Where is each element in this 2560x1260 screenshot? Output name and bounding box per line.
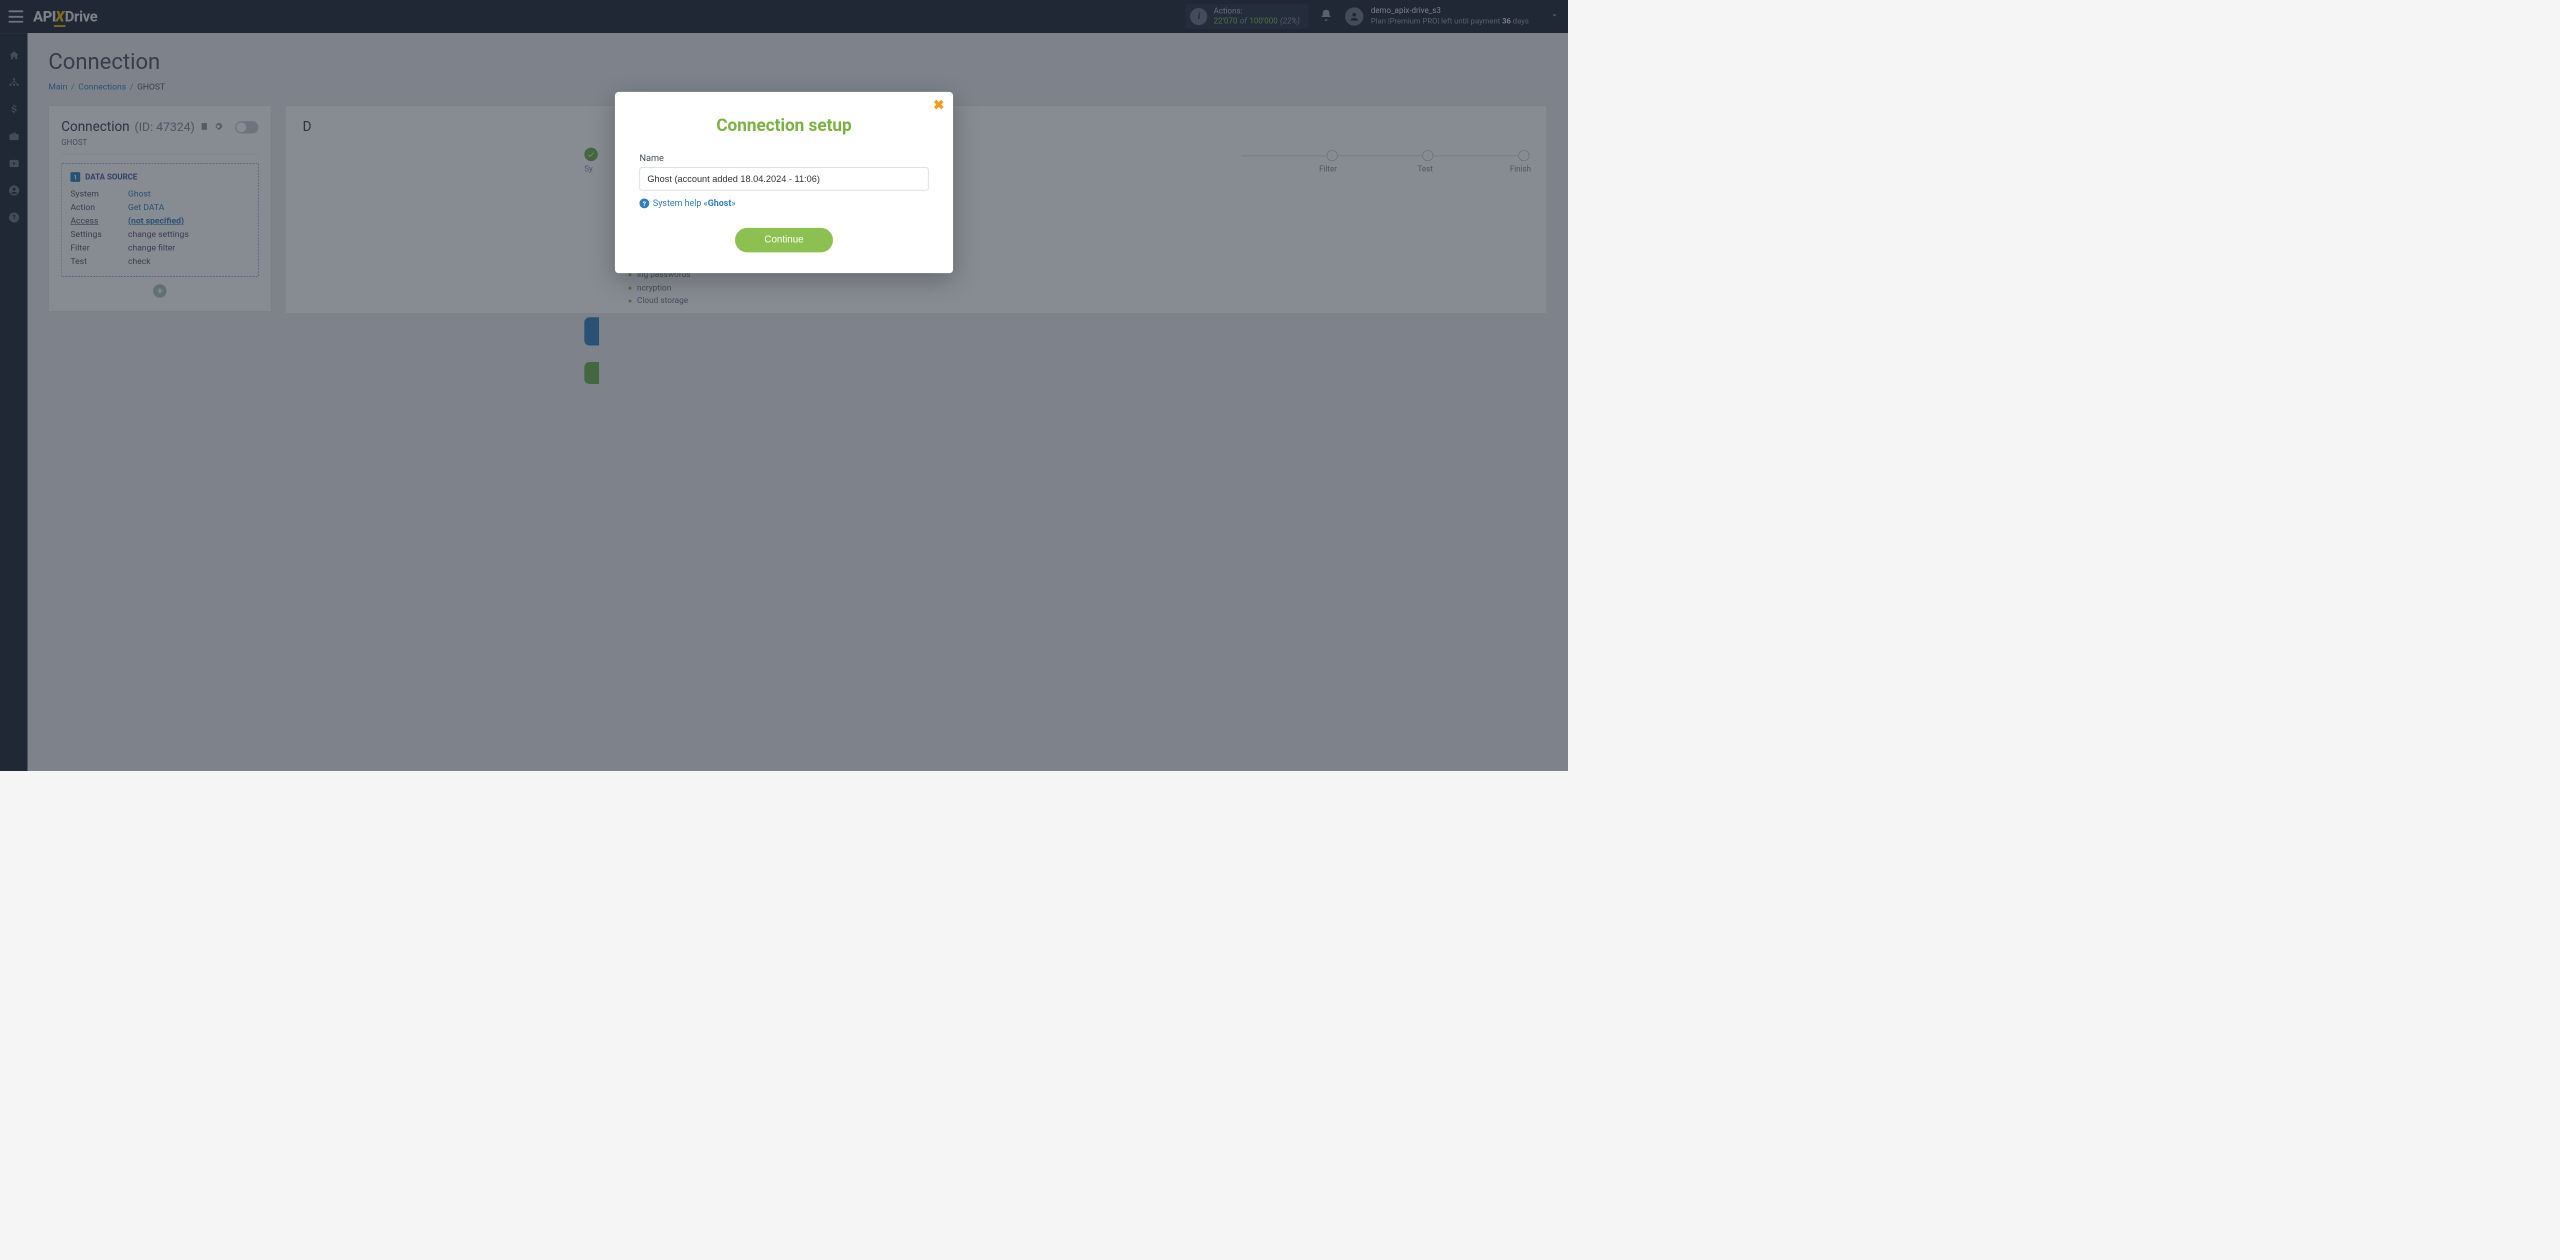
- continue-button[interactable]: Continue: [735, 228, 833, 253]
- help-icon: ?: [639, 199, 649, 209]
- connection-setup-modal: ✖ Connection setup Name ?System help «Gh…: [615, 92, 953, 273]
- modal-title: Connection setup: [639, 115, 928, 135]
- close-icon[interactable]: ✖: [933, 98, 944, 113]
- system-help-link[interactable]: ?System help «Ghost»: [639, 198, 928, 209]
- connection-name-input[interactable]: [639, 167, 928, 190]
- name-field-label: Name: [639, 153, 928, 164]
